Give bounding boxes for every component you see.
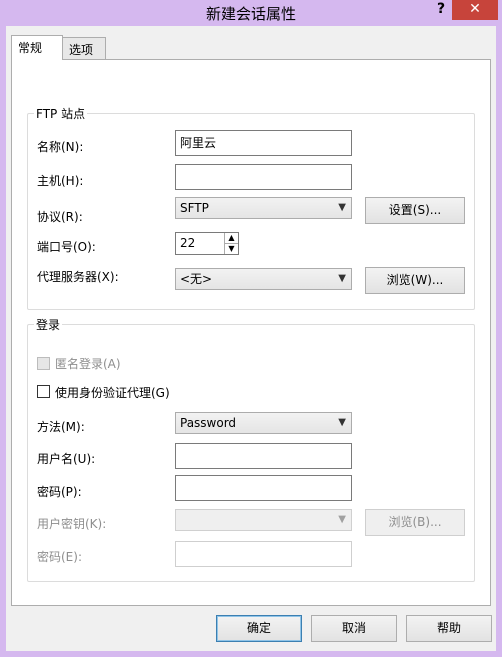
- user-key-label: 用户密钥(K):: [37, 517, 107, 531]
- host-label: 主机(H):: [37, 174, 84, 188]
- host-input[interactable]: [175, 164, 352, 190]
- spin-up-icon[interactable]: ▲: [225, 233, 238, 244]
- window-title: 新建会话属性: [205, 5, 296, 23]
- ok-button[interactable]: 确定: [216, 615, 302, 642]
- settings-button[interactable]: 设置(S)...: [365, 197, 465, 224]
- user-key-select[interactable]: ▼: [175, 509, 352, 531]
- method-value: Password: [180, 416, 237, 430]
- close-icon: ✕: [469, 1, 481, 17]
- ftp-site-legend: FTP 站点: [34, 105, 88, 122]
- auth-agent-label: 使用身份验证代理(G): [55, 386, 170, 400]
- username-input[interactable]: [175, 443, 352, 469]
- port-label: 端口号(O):: [37, 240, 96, 254]
- port-value: 22: [180, 236, 196, 250]
- auth-agent-checkbox[interactable]: [37, 385, 50, 398]
- username-label: 用户名(U):: [37, 452, 96, 466]
- anonymous-checkbox[interactable]: [37, 357, 50, 370]
- proxy-select[interactable]: <无> ▼: [175, 268, 352, 290]
- close-button[interactable]: ✕: [452, 0, 498, 20]
- name-label: 名称(N):: [37, 140, 84, 154]
- name-input[interactable]: 阿里云: [175, 130, 352, 156]
- chevron-down-icon: ▼: [338, 273, 346, 284]
- general-tab-panel: FTP 站点 名称(N): 阿里云 主机(H): 协议(R): SFTP ▼ 设…: [11, 59, 491, 606]
- chevron-down-icon: ▼: [338, 514, 346, 525]
- dialog-window: 新建会话属性 ? ✕ 常规 选项 FTP 站点 名称(N): 阿里云 主机(H)…: [0, 0, 502, 657]
- protocol-label: 协议(R):: [37, 210, 83, 224]
- cancel-button[interactable]: 取消: [311, 615, 397, 642]
- key-browse-button[interactable]: 浏览(B)...: [365, 509, 465, 536]
- help-button[interactable]: 帮助: [406, 615, 492, 642]
- proxy-label: 代理服务器(X):: [37, 270, 119, 284]
- passphrase-input[interactable]: [175, 541, 352, 567]
- login-legend: 登录: [34, 316, 63, 333]
- password-label: 密码(P):: [37, 485, 82, 499]
- tab-options[interactable]: 选项: [62, 37, 106, 59]
- dialog-body: 常规 选项 FTP 站点 名称(N): 阿里云 主机(H): 协议(R): SF…: [6, 26, 496, 651]
- anonymous-label: 匿名登录(A): [55, 357, 121, 371]
- passphrase-label: 密码(E):: [37, 550, 82, 564]
- tab-options-label: 选项: [69, 43, 94, 57]
- method-select[interactable]: Password ▼: [175, 412, 352, 434]
- title-bar[interactable]: 新建会话属性 ? ✕: [0, 0, 502, 26]
- proxy-value: <无>: [180, 272, 213, 286]
- password-input[interactable]: [175, 475, 352, 501]
- tab-general[interactable]: 常规: [11, 35, 63, 60]
- protocol-value: SFTP: [180, 201, 209, 215]
- protocol-select[interactable]: SFTP ▼: [175, 197, 352, 219]
- chevron-down-icon: ▼: [338, 417, 346, 428]
- method-label: 方法(M):: [37, 420, 85, 434]
- chevron-down-icon: ▼: [338, 202, 346, 213]
- proxy-browse-button[interactable]: 浏览(W)...: [365, 267, 465, 294]
- tab-general-label: 常规: [18, 41, 43, 55]
- port-spinner[interactable]: ▲ ▼: [224, 233, 238, 254]
- help-icon[interactable]: ?: [430, 0, 452, 20]
- spin-down-icon[interactable]: ▼: [225, 244, 238, 255]
